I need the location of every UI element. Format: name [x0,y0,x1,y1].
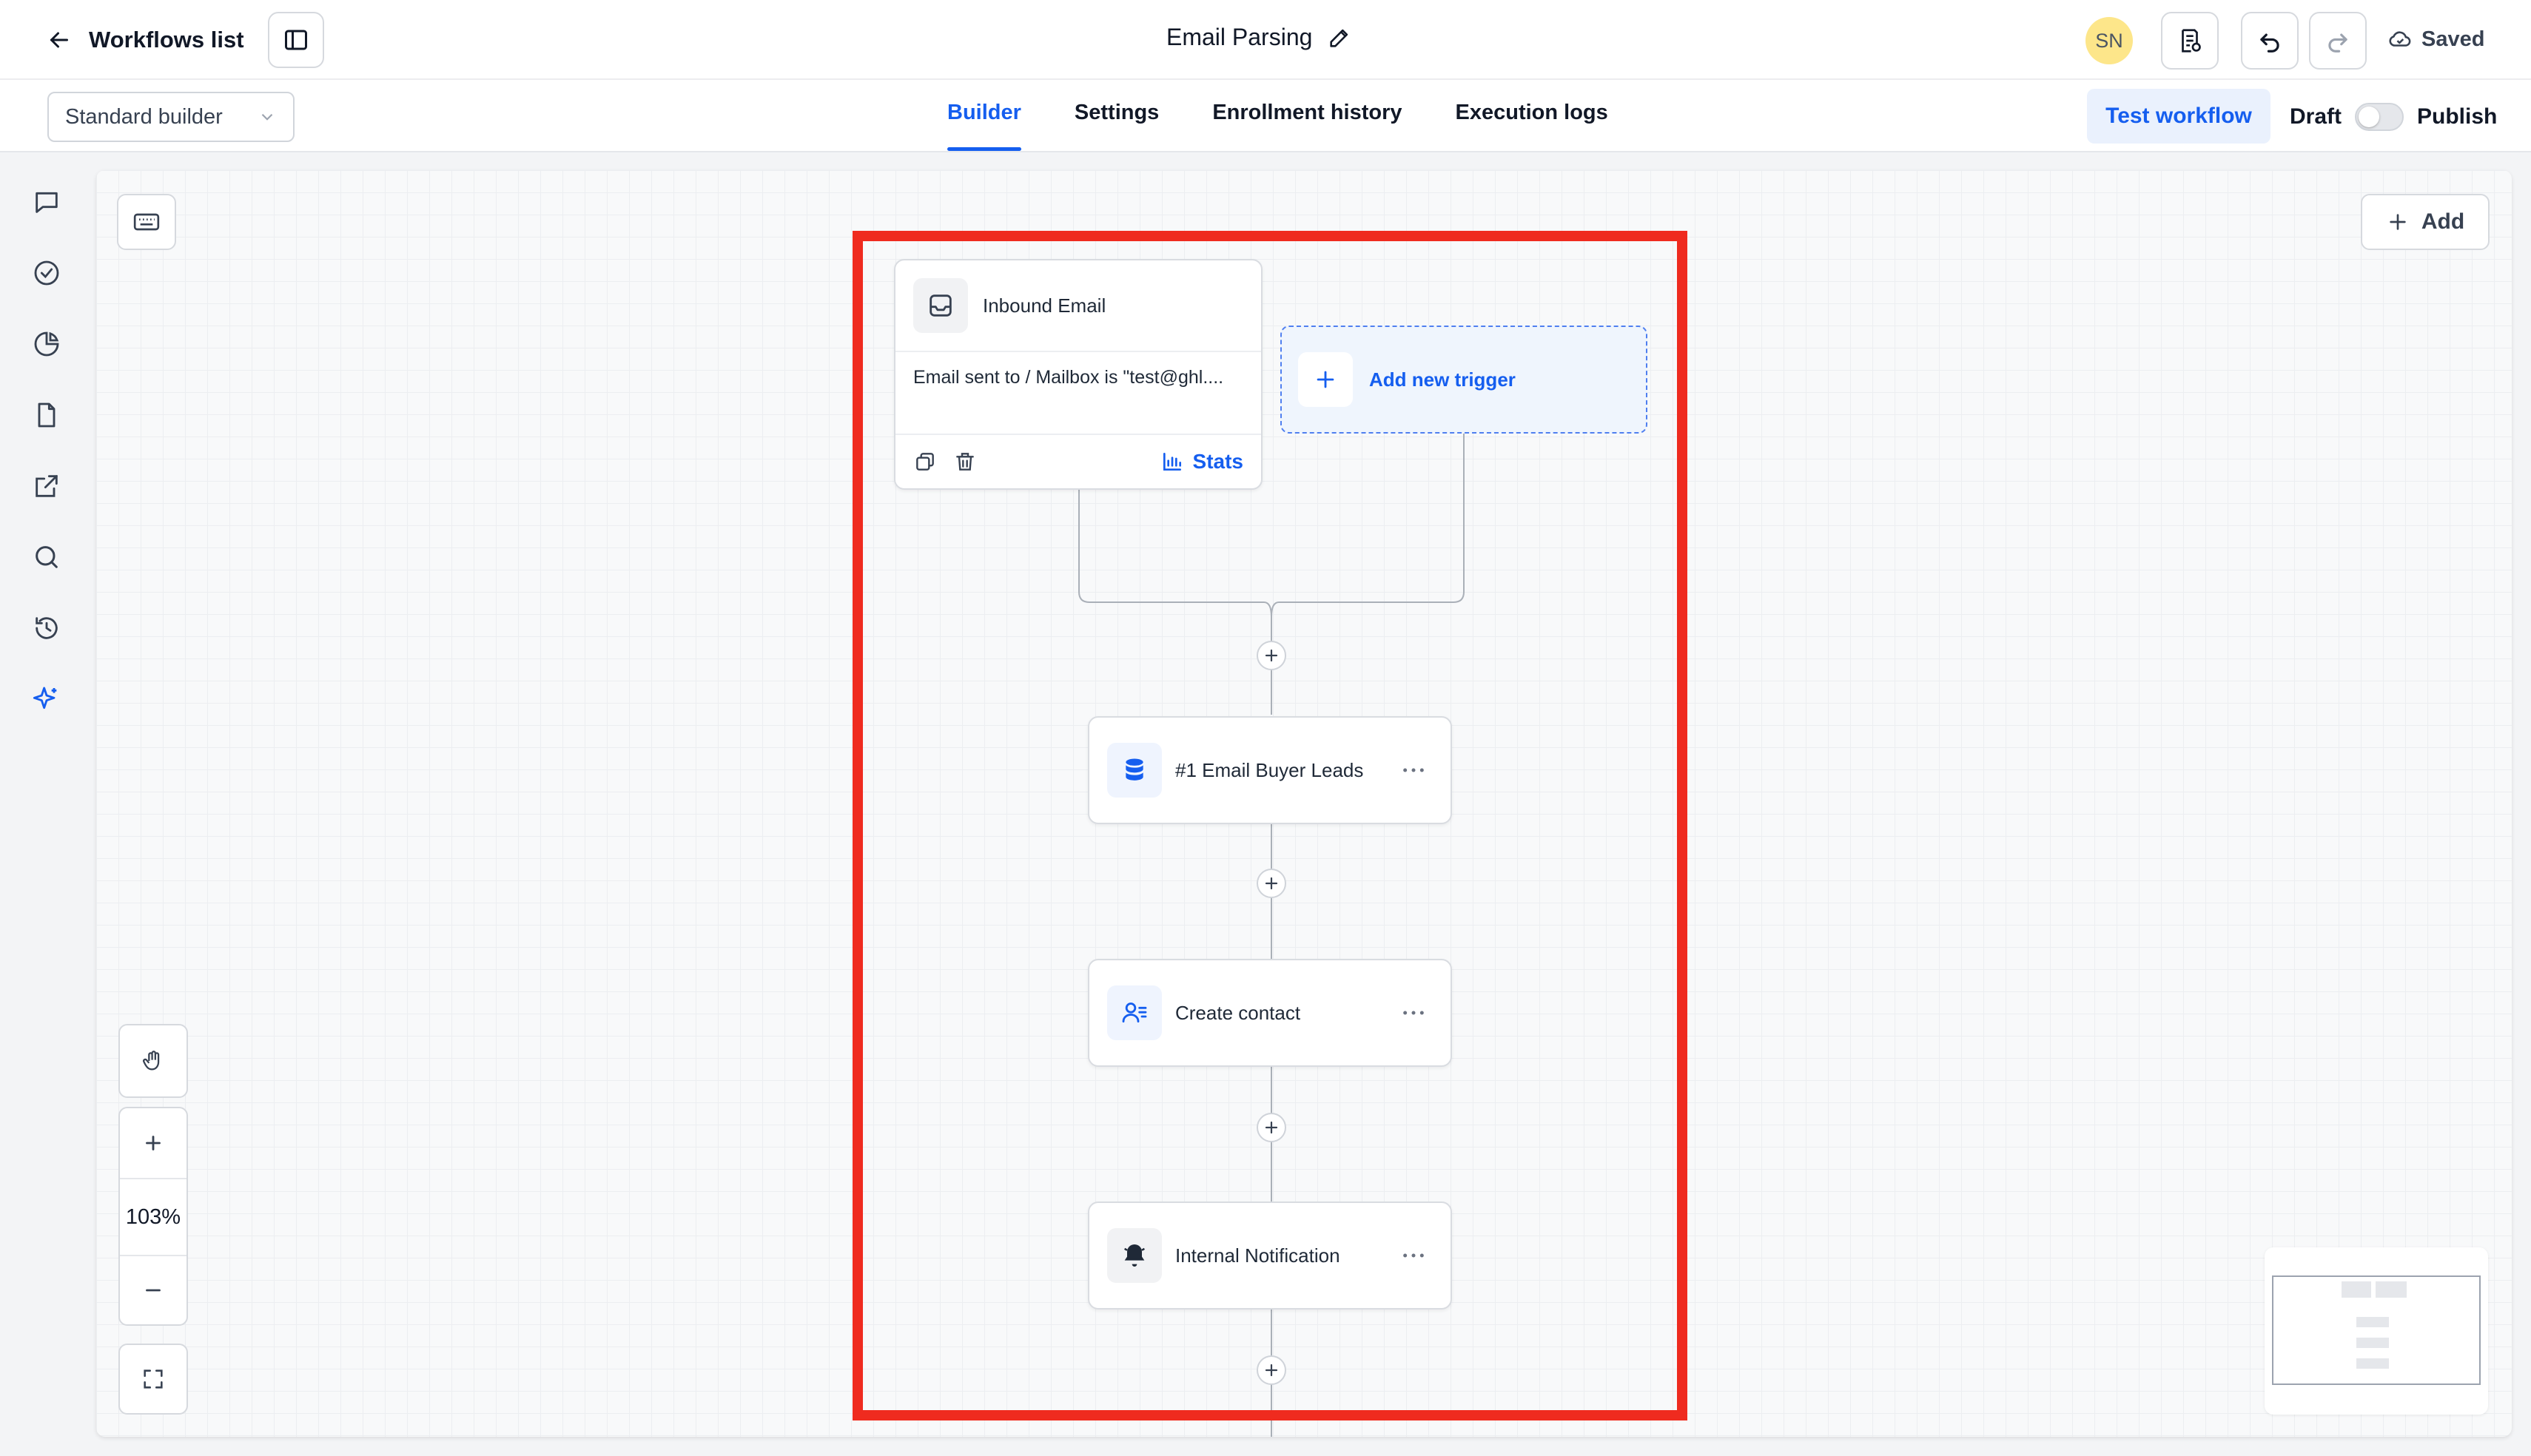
fit-view-box [118,1344,188,1415]
pie-chart-icon [34,331,59,357]
search-icon [36,546,58,568]
add-button[interactable]: Add [2361,194,2490,250]
add-button-label: Add [2421,209,2465,234]
sidebar-panel-icon [285,30,307,50]
redo-button[interactable] [2309,12,2367,70]
minimap-node [2356,1358,2389,1369]
fit-view-button[interactable] [120,1345,186,1413]
tab-execution-logs[interactable]: Execution logs [1456,80,1608,151]
builder-type-value: Standard builder [65,104,223,129]
zoom-controls: 103% [118,1107,188,1326]
sidebar-toggle-button[interactable] [268,12,324,68]
builder-type-select[interactable]: Standard builder [47,92,295,142]
minimap-node [2376,1281,2407,1298]
publish-label: Publish [2417,104,2498,129]
rail-tasks-button[interactable] [30,256,64,290]
file-icon [38,402,56,428]
pan-tool-box [118,1024,188,1098]
chat-icon [36,192,58,213]
minimap-node [2342,1281,2371,1298]
plus-icon [146,1136,161,1150]
zoom-level: 103% [120,1178,186,1255]
builder-tabs: Builder Settings Enrollment history Exec… [947,80,1661,151]
review-document-button[interactable] [2161,12,2219,70]
publish-toggle[interactable] [2355,103,2404,131]
zoom-out-button[interactable] [120,1255,186,1324]
workflow-title[interactable]: Email Parsing [1166,24,1352,51]
back-to-workflows-link[interactable]: Workflows list [46,21,244,59]
pan-tool-button[interactable] [120,1025,186,1096]
rail-history-button[interactable] [30,611,64,645]
user-avatar[interactable]: SN [2085,17,2133,64]
history-icon [36,617,58,639]
rail-files-button[interactable] [30,398,64,432]
plus-icon [2390,214,2406,230]
save-status: Saved [2387,27,2484,52]
keyboard-shortcuts-button[interactable] [117,194,176,250]
document-check-icon [2182,29,2201,53]
undo-icon [2260,33,2279,53]
pencil-icon[interactable] [1327,25,1352,50]
rail-analytics-button[interactable] [30,327,64,361]
chevron-down-icon [261,113,273,121]
minimap-node [2356,1338,2389,1348]
cloud-check-icon [2389,31,2411,47]
rail-external-button[interactable] [30,469,64,503]
tab-enrollment-history[interactable]: Enrollment history [1212,80,1402,151]
hand-icon [143,1051,160,1071]
sparkle-icon [33,687,57,710]
back-link-label: Workflows list [89,27,244,53]
redo-icon [2328,33,2347,53]
save-status-label: Saved [2421,27,2485,51]
workflow-title-text: Email Parsing [1166,24,1313,50]
zoom-in-button[interactable] [120,1108,186,1178]
undo-button[interactable] [2241,12,2299,70]
minimap-node [2356,1317,2389,1327]
tab-builder[interactable]: Builder [947,80,1021,151]
check-circle-icon [34,260,59,286]
arrow-left-icon [50,32,68,48]
highlight-box [853,231,1687,1420]
rail-ai-button[interactable] [30,682,64,716]
external-link-icon [36,475,58,497]
minimap[interactable] [2265,1247,2488,1415]
tab-settings[interactable]: Settings [1075,80,1159,151]
minus-icon [146,1289,161,1292]
test-workflow-button[interactable]: Test workflow [2087,89,2270,144]
sub-bar: Standard builder Builder Settings Enroll… [0,80,2531,152]
left-rail [0,152,93,1456]
rail-chat-button[interactable] [30,185,64,219]
keyboard-icon [133,213,160,231]
top-bar: Workflows list Email Parsing SN Saved [0,0,2531,80]
publish-toggle-group: Draft Publish [2290,92,2497,142]
expand-icon [144,1369,163,1389]
rail-search-button[interactable] [30,540,64,574]
draft-label: Draft [2290,104,2342,129]
